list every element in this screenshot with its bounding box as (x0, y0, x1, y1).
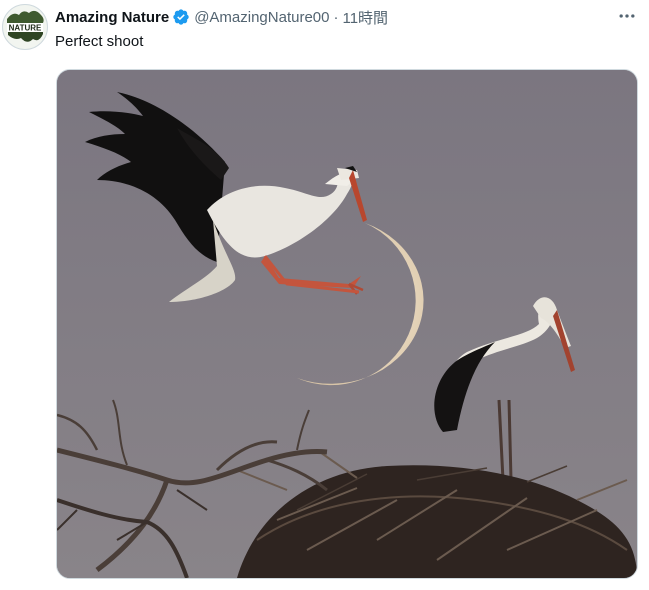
author-name[interactable]: Amazing Nature (55, 9, 169, 26)
tweet-photo[interactable] (56, 69, 638, 579)
tweet-timestamp[interactable]: 11時間 (342, 7, 388, 28)
verified-badge-icon (172, 8, 190, 26)
avatar-logo: NATURE (3, 5, 47, 49)
author-handle[interactable]: @AmazingNature00 (194, 9, 329, 26)
avatar[interactable]: NATURE (2, 4, 48, 50)
tweet-text: Perfect shoot (55, 33, 144, 50)
meta-separator: · (333, 8, 339, 26)
tweet-header: Amazing Nature @AmazingNature00 · 11時間 (55, 6, 388, 28)
stork-moon-photo (57, 70, 637, 578)
svg-text:NATURE: NATURE (9, 24, 42, 33)
more-options-icon[interactable] (613, 4, 641, 28)
